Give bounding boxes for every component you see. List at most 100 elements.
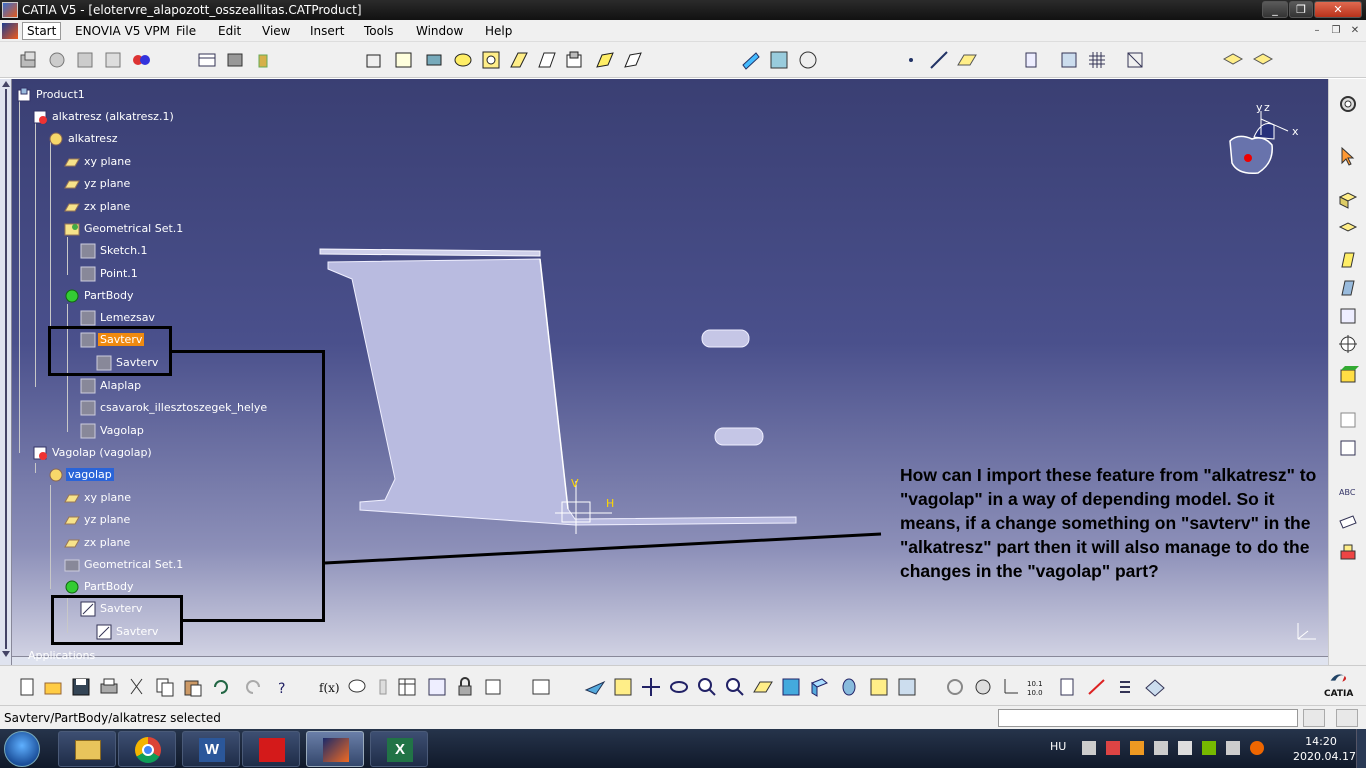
- menu-view[interactable]: View: [262, 24, 290, 38]
- panel-icon[interactable]: [1337, 437, 1359, 459]
- fit-all-snap-icon[interactable]: [1124, 49, 1146, 71]
- generate-numbering-icon[interactable]: [130, 49, 152, 71]
- clock-date[interactable]: 2020.04.17.: [1293, 750, 1359, 763]
- target-icon[interactable]: [1337, 333, 1359, 355]
- catia-menu-icon[interactable]: [2, 23, 18, 39]
- update-icon[interactable]: [224, 49, 246, 71]
- pocket-icon[interactable]: [393, 49, 415, 71]
- shaft-icon[interactable]: [423, 49, 445, 71]
- fit-all-icon[interactable]: [612, 676, 634, 698]
- apply-material-icon[interactable]: [768, 49, 790, 71]
- menu-window[interactable]: Window: [416, 24, 463, 38]
- comment-icon[interactable]: [346, 676, 368, 698]
- language-indicator[interactable]: HU: [1050, 740, 1066, 753]
- formula-icon[interactable]: f(x): [318, 676, 340, 698]
- save-icon[interactable]: [70, 676, 92, 698]
- select-cursor-icon[interactable]: [1337, 145, 1359, 167]
- cut-icon[interactable]: [126, 676, 148, 698]
- measure-between-icon[interactable]: [1086, 676, 1108, 698]
- properties-copy-icon[interactable]: [1252, 49, 1274, 71]
- axis-system-icon[interactable]: [1020, 49, 1042, 71]
- stiffener-icon[interactable]: [564, 49, 586, 71]
- graph-tree-icon[interactable]: [74, 49, 96, 71]
- battery-icon[interactable]: [1226, 741, 1240, 755]
- paste-icon[interactable]: [182, 676, 204, 698]
- explorer-icon[interactable]: [58, 731, 116, 767]
- constraint-icon[interactable]: [482, 676, 504, 698]
- maximize-button[interactable]: ❐: [1289, 1, 1313, 18]
- layers-icon[interactable]: [1222, 49, 1244, 71]
- menu-file[interactable]: File: [176, 24, 196, 38]
- catalog-browser-icon[interactable]: [426, 676, 448, 698]
- status-button-icon[interactable]: [1303, 709, 1325, 727]
- replace-component-icon[interactable]: [46, 49, 68, 71]
- fly-mode-icon[interactable]: [584, 676, 606, 698]
- redo-icon[interactable]: [242, 676, 264, 698]
- catalog-icon[interactable]: [1058, 49, 1080, 71]
- pan-icon[interactable]: [640, 676, 662, 698]
- update-all-icon[interactable]: [944, 676, 966, 698]
- bottle-icon[interactable]: [252, 49, 274, 71]
- show-desktop-button[interactable]: [1356, 729, 1366, 768]
- product-properties-icon[interactable]: [18, 49, 40, 71]
- start-button[interactable]: [4, 731, 40, 767]
- 3d-viewport[interactable]: V H y z x Product1 alkatresz (alkatresz.…: [0, 79, 1328, 665]
- section-icon[interactable]: [1056, 676, 1078, 698]
- pad-icon[interactable]: [364, 49, 386, 71]
- axis-icon[interactable]: [1000, 676, 1022, 698]
- shaft-icon[interactable]: [1337, 249, 1359, 271]
- point-icon[interactable]: [900, 49, 922, 71]
- flag-icon[interactable]: [1106, 741, 1120, 755]
- multi-section-icon[interactable]: [594, 49, 616, 71]
- shading-icon[interactable]: [838, 676, 860, 698]
- speaker-icon[interactable]: [1082, 741, 1096, 755]
- mdi-restore-icon[interactable]: ❐: [1327, 24, 1345, 38]
- pocket-icon[interactable]: [1337, 219, 1359, 241]
- zoom-in-icon[interactable]: [696, 676, 718, 698]
- word-icon[interactable]: W: [182, 731, 240, 767]
- hole-icon[interactable]: [480, 49, 502, 71]
- removed-multi-section-icon[interactable]: [622, 49, 644, 71]
- chrome-icon[interactable]: [118, 731, 176, 767]
- flag-icon[interactable]: [1337, 511, 1359, 533]
- clock-time[interactable]: 14:20: [1296, 735, 1346, 748]
- manipulate-icon[interactable]: [972, 676, 994, 698]
- law-icon[interactable]: [372, 676, 394, 698]
- sketch-analysis-icon[interactable]: [740, 49, 762, 71]
- list-icon[interactable]: [1114, 676, 1136, 698]
- signal-icon[interactable]: [1178, 741, 1192, 755]
- swap-icon[interactable]: [530, 676, 552, 698]
- slot-icon[interactable]: [1337, 277, 1359, 299]
- menu-help[interactable]: Help: [485, 24, 512, 38]
- print-icon[interactable]: [98, 676, 120, 698]
- catia-app-icon[interactable]: [2, 2, 18, 18]
- lock-icon[interactable]: [454, 676, 476, 698]
- normal-view-icon[interactable]: [752, 676, 774, 698]
- alert-icon[interactable]: [1250, 741, 1264, 755]
- mdi-minimize-icon[interactable]: –: [1308, 24, 1326, 38]
- iso-view-icon[interactable]: [808, 676, 830, 698]
- measure-icon[interactable]: [797, 49, 819, 71]
- slot-icon[interactable]: [536, 49, 558, 71]
- table-icon[interactable]: [1337, 409, 1359, 431]
- mdi-close-icon[interactable]: ✕: [1346, 24, 1364, 38]
- minimize-button[interactable]: _: [1262, 1, 1288, 18]
- whats-this-icon[interactable]: ?: [272, 676, 294, 698]
- swap-visible-space-icon[interactable]: [896, 676, 918, 698]
- menu-edit[interactable]: Edit: [218, 24, 241, 38]
- line-icon[interactable]: [928, 49, 950, 71]
- undo-icon[interactable]: [210, 676, 232, 698]
- new-icon[interactable]: [16, 676, 38, 698]
- status-button-icon[interactable]: [1336, 709, 1358, 727]
- gear-icon[interactable]: [1337, 93, 1359, 115]
- rib-icon[interactable]: [508, 49, 530, 71]
- menu-enovia[interactable]: ENOVIA V5 VPM: [75, 24, 170, 38]
- plane-icon[interactable]: [956, 49, 978, 71]
- menu-start[interactable]: Start: [22, 22, 62, 40]
- text-abc-icon[interactable]: ABC: [1337, 481, 1359, 503]
- knowledge-icon[interactable]: [1337, 541, 1359, 563]
- design-table-icon[interactable]: [396, 676, 418, 698]
- groove-icon[interactable]: [452, 49, 474, 71]
- hide-show-icon[interactable]: [868, 676, 890, 698]
- menu-insert[interactable]: Insert: [310, 24, 344, 38]
